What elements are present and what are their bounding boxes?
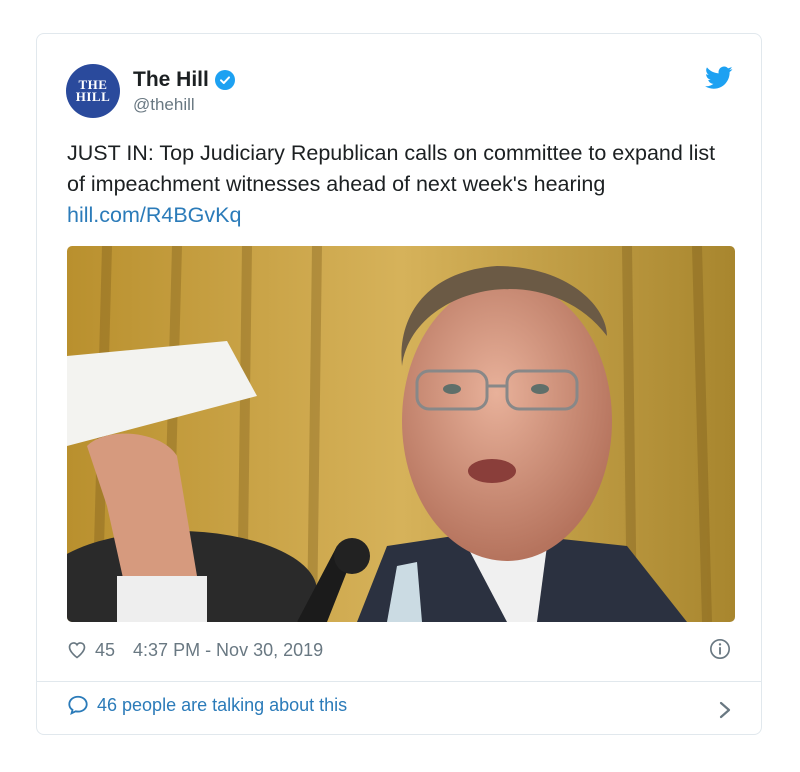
tweet-link[interactable]: hill.com/R4BGvKq	[67, 203, 241, 227]
twitter-bird-icon[interactable]	[705, 66, 733, 90]
verified-icon	[214, 70, 235, 90]
avatar[interactable]: THE HILL	[66, 64, 120, 118]
heart-icon[interactable]	[67, 640, 87, 660]
divider	[37, 681, 761, 682]
tweet-body: JUST IN: Top Judiciary Republican calls …	[67, 141, 716, 196]
conversation-link[interactable]: 46 people are talking about this	[67, 694, 347, 716]
photo-illustration	[67, 246, 735, 622]
tweet-meta: 45 4:37 PM - Nov 30, 2019	[67, 638, 323, 662]
account-name[interactable]: The Hill	[133, 68, 209, 92]
conversation-text[interactable]: 46 people are talking about this	[97, 695, 347, 716]
reply-bubble-icon	[68, 695, 88, 715]
account-handle[interactable]: @thehill	[133, 95, 195, 115]
chevron-right-icon[interactable]	[717, 699, 733, 721]
like-count[interactable]: 45	[95, 640, 115, 661]
timestamp[interactable]: 4:37 PM - Nov 30, 2019	[133, 640, 323, 661]
account-name-row[interactable]: The Hill	[133, 68, 235, 92]
avatar-text-line2: HILL	[75, 89, 111, 104]
info-icon[interactable]	[709, 638, 731, 660]
tweet-photo[interactable]	[67, 246, 735, 622]
tweet-text: JUST IN: Top Judiciary Republican calls …	[67, 138, 727, 231]
embedded-tweet-card: THE HILL The Hill @thehill JUST IN: Top …	[36, 33, 762, 735]
